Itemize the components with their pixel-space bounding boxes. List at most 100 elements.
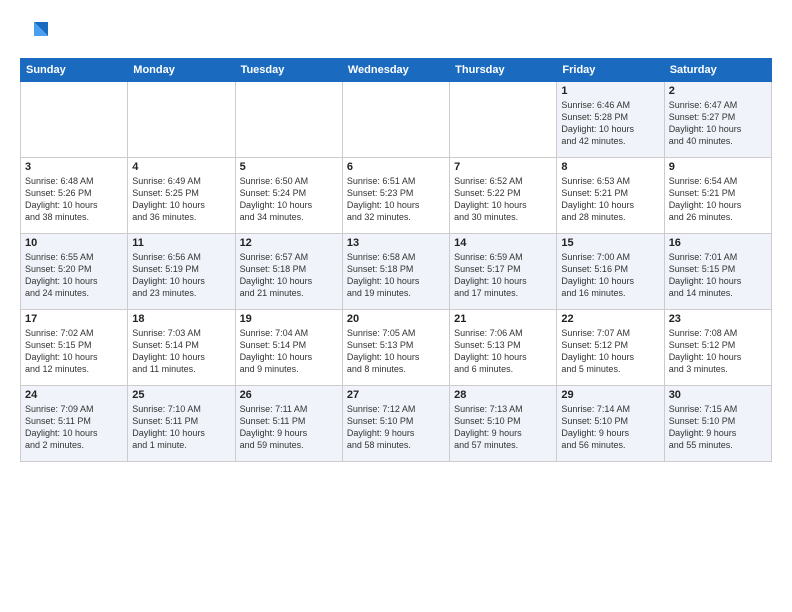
day-number: 2 <box>669 85 767 97</box>
day-info: Sunrise: 6:54 AM Sunset: 5:21 PM Dayligh… <box>669 175 767 224</box>
day-cell: 28Sunrise: 7:13 AM Sunset: 5:10 PM Dayli… <box>450 386 557 462</box>
week-row-2: 10Sunrise: 6:55 AM Sunset: 5:20 PM Dayli… <box>21 234 772 310</box>
day-cell: 20 Sunrise: 7:05 AM Sunset: 5:13 PM Dayli… <box>342 310 449 386</box>
day-info: Sunrise: 6:56 AM Sunset: 5:19 PM Dayligh… <box>132 251 230 300</box>
day-cell: 4 Sunrise: 6:49 AM Sunset: 5:25 PM Daylig… <box>128 158 235 234</box>
day-header-sunday: Sunday <box>21 59 128 82</box>
day-info: Sunrise: 7:05 AM Sunset: 5:13 PM Dayligh… <box>347 327 445 376</box>
day-number: 19 <box>240 313 338 325</box>
day-header-saturday: Saturday <box>664 59 771 82</box>
day-cell: 18Sunrise: 7:03 AM Sunset: 5:14 PM Dayli… <box>128 310 235 386</box>
day-cell: 7 Sunrise: 6:52 AM Sunset: 5:22 PM Daylig… <box>450 158 557 234</box>
day-number: 27 <box>347 389 445 401</box>
day-number: 4 <box>132 161 230 173</box>
day-cell <box>342 82 449 158</box>
day-number: 20 <box>347 313 445 325</box>
day-info: Sunrise: 6:58 AM Sunset: 5:18 PM Dayligh… <box>347 251 445 300</box>
day-cell: 17 Sunrise: 7:02 AM Sunset: 5:15 PM Dayli… <box>21 310 128 386</box>
day-cell: 9 Sunrise: 6:54 AM Sunset: 5:21 PM Daylig… <box>664 158 771 234</box>
day-header-monday: Monday <box>128 59 235 82</box>
day-cell: 6Sunrise: 6:51 AM Sunset: 5:23 PM Daylig… <box>342 158 449 234</box>
day-number: 21 <box>454 313 552 325</box>
day-info: Sunrise: 6:47 AM Sunset: 5:27 PM Dayligh… <box>669 99 767 148</box>
day-cell: 29Sunrise: 7:14 AM Sunset: 5:10 PM Dayli… <box>557 386 664 462</box>
day-info: Sunrise: 6:55 AM Sunset: 5:20 PM Dayligh… <box>25 251 123 300</box>
day-info: Sunrise: 6:46 AM Sunset: 5:28 PM Dayligh… <box>561 99 659 148</box>
day-cell: 2 Sunrise: 6:47 AM Sunset: 5:27 PM Daylig… <box>664 82 771 158</box>
day-cell: 15Sunrise: 7:00 AM Sunset: 5:16 PM Dayli… <box>557 234 664 310</box>
day-header-tuesday: Tuesday <box>235 59 342 82</box>
day-info: Sunrise: 7:15 AM Sunset: 5:10 PM Dayligh… <box>669 403 767 452</box>
day-info: Sunrise: 7:04 AM Sunset: 5:14 PM Dayligh… <box>240 327 338 376</box>
day-cell: 16 Sunrise: 7:01 AM Sunset: 5:15 PM Dayli… <box>664 234 771 310</box>
day-number: 3 <box>25 161 123 173</box>
day-cell: 14 Sunrise: 6:59 AM Sunset: 5:17 PM Dayli… <box>450 234 557 310</box>
day-cell: 27 Sunrise: 7:12 AM Sunset: 5:10 PM Dayli… <box>342 386 449 462</box>
day-info: Sunrise: 7:02 AM Sunset: 5:15 PM Dayligh… <box>25 327 123 376</box>
logo-icon <box>20 16 52 48</box>
day-cell: 25 Sunrise: 7:10 AM Sunset: 5:11 PM Dayli… <box>128 386 235 462</box>
day-info: Sunrise: 7:13 AM Sunset: 5:10 PM Dayligh… <box>454 403 552 452</box>
day-cell: 11 Sunrise: 6:56 AM Sunset: 5:19 PM Dayli… <box>128 234 235 310</box>
week-row-0: 1Sunrise: 6:46 AM Sunset: 5:28 PM Daylig… <box>21 82 772 158</box>
day-info: Sunrise: 6:49 AM Sunset: 5:25 PM Dayligh… <box>132 175 230 224</box>
calendar-table: SundayMondayTuesdayWednesdayThursdayFrid… <box>20 58 772 462</box>
day-number: 15 <box>561 237 659 249</box>
day-info: Sunrise: 7:10 AM Sunset: 5:11 PM Dayligh… <box>132 403 230 452</box>
day-info: Sunrise: 7:14 AM Sunset: 5:10 PM Dayligh… <box>561 403 659 452</box>
calendar-header: SundayMondayTuesdayWednesdayThursdayFrid… <box>21 59 772 82</box>
day-number: 8 <box>561 161 659 173</box>
day-cell: 23 Sunrise: 7:08 AM Sunset: 5:12 PM Dayli… <box>664 310 771 386</box>
day-header-thursday: Thursday <box>450 59 557 82</box>
day-info: Sunrise: 6:53 AM Sunset: 5:21 PM Dayligh… <box>561 175 659 224</box>
header <box>20 16 772 48</box>
day-number: 18 <box>132 313 230 325</box>
day-info: Sunrise: 6:52 AM Sunset: 5:22 PM Dayligh… <box>454 175 552 224</box>
day-info: Sunrise: 7:09 AM Sunset: 5:11 PM Dayligh… <box>25 403 123 452</box>
logo <box>20 16 56 48</box>
day-info: Sunrise: 6:48 AM Sunset: 5:26 PM Dayligh… <box>25 175 123 224</box>
day-info: Sunrise: 6:51 AM Sunset: 5:23 PM Dayligh… <box>347 175 445 224</box>
day-info: Sunrise: 7:06 AM Sunset: 5:13 PM Dayligh… <box>454 327 552 376</box>
day-cell <box>235 82 342 158</box>
day-number: 5 <box>240 161 338 173</box>
day-cell: 21 Sunrise: 7:06 AM Sunset: 5:13 PM Dayli… <box>450 310 557 386</box>
day-number: 16 <box>669 237 767 249</box>
week-row-4: 24 Sunrise: 7:09 AM Sunset: 5:11 PM Dayli… <box>21 386 772 462</box>
day-cell <box>128 82 235 158</box>
day-number: 26 <box>240 389 338 401</box>
week-row-3: 17 Sunrise: 7:02 AM Sunset: 5:15 PM Dayli… <box>21 310 772 386</box>
day-cell: 12Sunrise: 6:57 AM Sunset: 5:18 PM Dayli… <box>235 234 342 310</box>
day-cell <box>21 82 128 158</box>
day-number: 24 <box>25 389 123 401</box>
day-cell: 3 Sunrise: 6:48 AM Sunset: 5:26 PM Daylig… <box>21 158 128 234</box>
day-number: 9 <box>669 161 767 173</box>
day-cell: 10Sunrise: 6:55 AM Sunset: 5:20 PM Dayli… <box>21 234 128 310</box>
day-cell: 8 Sunrise: 6:53 AM Sunset: 5:21 PM Daylig… <box>557 158 664 234</box>
day-cell: 30Sunrise: 7:15 AM Sunset: 5:10 PM Dayli… <box>664 386 771 462</box>
day-number: 7 <box>454 161 552 173</box>
week-row-1: 3 Sunrise: 6:48 AM Sunset: 5:26 PM Daylig… <box>21 158 772 234</box>
day-header-friday: Friday <box>557 59 664 82</box>
day-cell: 24 Sunrise: 7:09 AM Sunset: 5:11 PM Dayli… <box>21 386 128 462</box>
day-cell: 22 Sunrise: 7:07 AM Sunset: 5:12 PM Dayli… <box>557 310 664 386</box>
day-cell: 19 Sunrise: 7:04 AM Sunset: 5:14 PM Dayli… <box>235 310 342 386</box>
day-info: Sunrise: 7:01 AM Sunset: 5:15 PM Dayligh… <box>669 251 767 300</box>
day-info: Sunrise: 7:12 AM Sunset: 5:10 PM Dayligh… <box>347 403 445 452</box>
day-cell: 13Sunrise: 6:58 AM Sunset: 5:18 PM Dayli… <box>342 234 449 310</box>
day-number: 25 <box>132 389 230 401</box>
day-info: Sunrise: 7:07 AM Sunset: 5:12 PM Dayligh… <box>561 327 659 376</box>
day-cell <box>450 82 557 158</box>
day-info: Sunrise: 7:11 AM Sunset: 5:11 PM Dayligh… <box>240 403 338 452</box>
day-number: 11 <box>132 237 230 249</box>
day-number: 23 <box>669 313 767 325</box>
day-info: Sunrise: 6:57 AM Sunset: 5:18 PM Dayligh… <box>240 251 338 300</box>
day-number: 22 <box>561 313 659 325</box>
page: SundayMondayTuesdayWednesdayThursdayFrid… <box>0 0 792 612</box>
day-cell: 1Sunrise: 6:46 AM Sunset: 5:28 PM Daylig… <box>557 82 664 158</box>
day-info: Sunrise: 7:08 AM Sunset: 5:12 PM Dayligh… <box>669 327 767 376</box>
day-number: 17 <box>25 313 123 325</box>
day-info: Sunrise: 6:50 AM Sunset: 5:24 PM Dayligh… <box>240 175 338 224</box>
day-info: Sunrise: 6:59 AM Sunset: 5:17 PM Dayligh… <box>454 251 552 300</box>
day-number: 14 <box>454 237 552 249</box>
